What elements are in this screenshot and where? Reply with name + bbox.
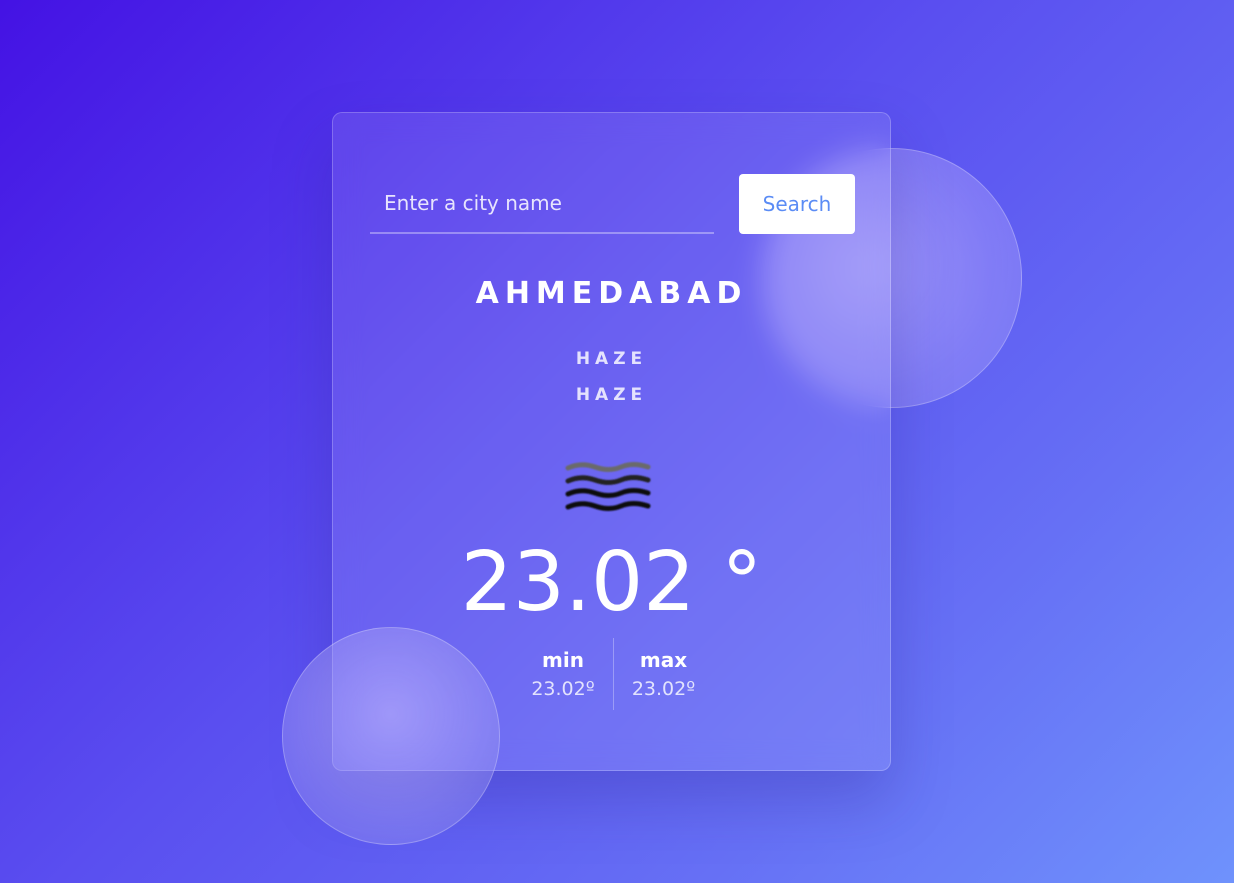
min-value: 23.02º (531, 678, 595, 700)
min-temperature: min 23.02º (513, 638, 613, 700)
search-bar: Search (370, 174, 855, 234)
temperature-display: 23.02 ° (460, 535, 763, 630)
search-button[interactable]: Search (739, 174, 855, 234)
city-name: AHMEDABAD (475, 276, 748, 311)
weather-condition-main: HAZE (575, 349, 648, 369)
haze-icon (565, 462, 651, 511)
max-temperature: max 23.02º (613, 638, 713, 710)
weather-condition-description: HAZE (575, 385, 648, 405)
max-value: 23.02º (631, 678, 696, 700)
city-search-input[interactable] (370, 174, 714, 234)
max-label: max (639, 648, 688, 672)
min-label: min (542, 648, 584, 672)
decorative-circle-bottom (282, 627, 500, 845)
min-max-section: min 23.02º max 23.02º (513, 638, 713, 710)
